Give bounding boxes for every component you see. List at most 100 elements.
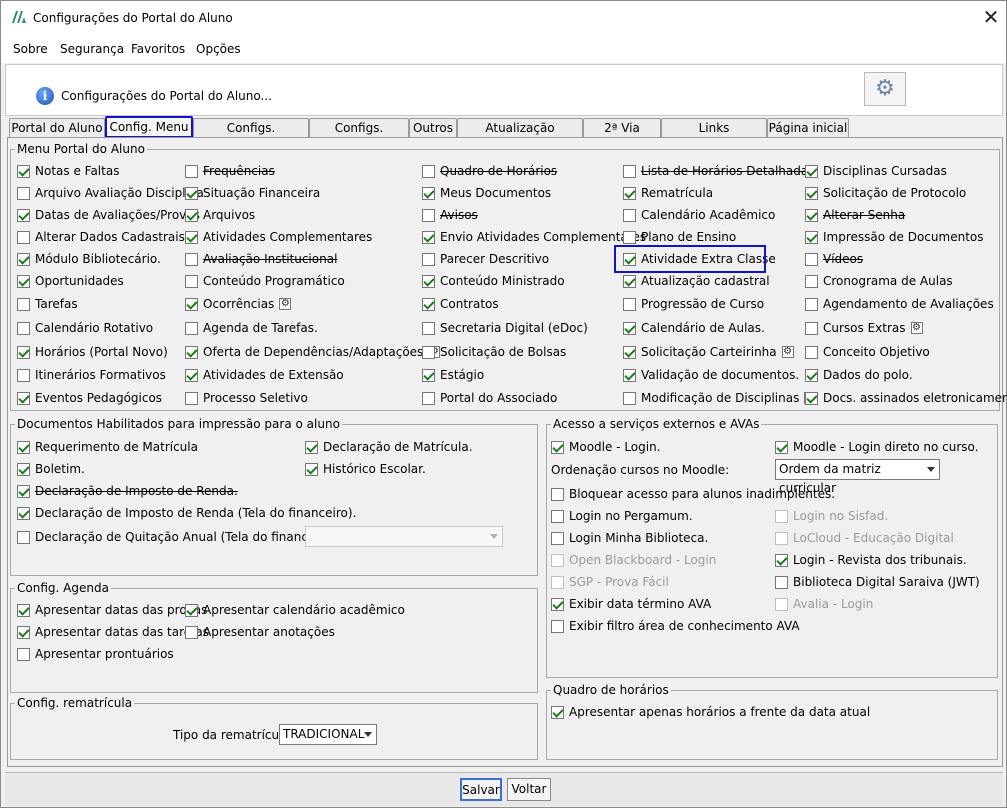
checkbox[interactable]	[623, 297, 636, 311]
cb-menu-col1-9[interactable]: Itinerários Formativos	[17, 367, 166, 383]
checkbox[interactable]	[623, 186, 636, 200]
cb-datas-tarefas[interactable]: Apresentar datas das tarefas	[17, 624, 209, 640]
cb-menu-col1-3[interactable]: Alterar Dados Cadastrais	[17, 229, 185, 245]
checkbox[interactable]	[422, 321, 435, 335]
cb-menu-col2-6[interactable]: Ocorrências ⚙	[185, 296, 292, 312]
checkbox[interactable]	[805, 391, 818, 405]
checkbox[interactable]	[805, 164, 818, 178]
checkbox[interactable]	[805, 321, 818, 335]
tab-outros[interactable]: Outros	[409, 118, 457, 138]
cb-declaracao-quitacao-anual[interactable]: Declaração de Quitação Anual (Tela do fi…	[17, 529, 339, 545]
cb-menu-col5-9[interactable]: Dados do polo.	[805, 367, 913, 383]
cb-menu-col4-1[interactable]: Rematrícula	[623, 185, 713, 201]
cb-menu-col4-6[interactable]: Progressão de Curso	[623, 296, 764, 312]
checkbox[interactable]	[185, 391, 198, 405]
cb-revista-tribunais[interactable]: Login - Revista dos tribunais.	[775, 552, 967, 568]
cb-menu-col4-0[interactable]: Lista de Horários Detalhada	[623, 163, 808, 179]
tipo-rematricula-select[interactable]: TRADICIONAL	[279, 724, 377, 745]
voltar-button[interactable]: Voltar	[507, 778, 551, 801]
cb-menu-col1-10[interactable]: Eventos Pedagógicos	[17, 390, 162, 406]
checkbox[interactable]	[805, 186, 818, 200]
gear-icon[interactable]: ⚙	[279, 298, 292, 310]
checkbox[interactable]	[805, 297, 818, 311]
tab-2via-boleto[interactable]: 2ª Via Boleto	[583, 118, 661, 153]
cb-menu-col2-10[interactable]: Processo Seletivo	[185, 390, 308, 406]
cb-menu-col1-2[interactable]: Datas de Avaliações/Provas	[17, 207, 200, 223]
gear-icon[interactable]: ⚙	[910, 322, 923, 334]
checkbox[interactable]	[422, 186, 435, 200]
checkbox[interactable]	[185, 274, 198, 288]
checkbox[interactable]	[17, 321, 30, 335]
cb-anotacoes[interactable]: Apresentar anotações	[185, 624, 335, 640]
tab-atualizacao-cadastral[interactable]: Atualização Cadastral	[457, 118, 583, 153]
checkbox[interactable]	[185, 321, 198, 335]
checkbox[interactable]	[422, 391, 435, 405]
cb-moodle-login-direto[interactable]: Moodle - Login direto no curso.	[775, 439, 978, 455]
checkbox[interactable]	[805, 208, 818, 222]
checkbox[interactable]	[17, 391, 30, 405]
cb-menu-col4-3[interactable]: Plano de Ensino	[623, 229, 736, 245]
cb-menu-col1-8[interactable]: Horários (Portal Novo)	[17, 344, 168, 360]
checkbox[interactable]	[623, 274, 636, 288]
cb-declaracao-imposto-renda[interactable]: Declaração de Imposto de Renda.	[17, 483, 238, 499]
checkbox[interactable]	[623, 368, 636, 382]
cb-saraiva[interactable]: Biblioteca Digital Saraiva (JWT)	[775, 574, 980, 590]
checkbox[interactable]	[422, 368, 435, 382]
cb-menu-col3-10[interactable]: Portal do Associado	[422, 390, 557, 406]
checkbox[interactable]	[17, 208, 30, 222]
cb-menu-col2-7[interactable]: Agenda de Tarefas.	[185, 320, 318, 336]
checkbox[interactable]	[805, 368, 818, 382]
checkbox[interactable]	[623, 164, 636, 178]
checkbox[interactable]	[17, 345, 30, 359]
checkbox[interactable]	[185, 297, 198, 311]
menu-sobre[interactable]: Sobre	[13, 42, 48, 56]
cb-menu-col5-6[interactable]: Agendamento de Avaliações	[805, 296, 994, 312]
checkbox[interactable]	[185, 252, 198, 266]
cb-menu-col3-7[interactable]: Secretaria Digital (eDoc)	[422, 320, 588, 336]
cb-menu-col4-2[interactable]: Calendário Acadêmico	[623, 207, 775, 223]
tab-config-menu[interactable]: Config. Menu	[105, 116, 193, 138]
cb-menu-col4-5[interactable]: Atualização cadastral	[623, 273, 770, 289]
quitacao-select[interactable]	[305, 526, 503, 547]
cb-menu-col4-7[interactable]: Calendário de Aulas.	[623, 320, 765, 336]
salvar-button[interactable]: Salvar	[460, 778, 502, 801]
checkbox[interactable]	[185, 230, 198, 244]
cb-menu-col2-0[interactable]: Frequências	[185, 163, 275, 179]
checkbox[interactable]	[422, 274, 435, 288]
settings-gear-button[interactable]: ⚙	[864, 72, 906, 106]
cb-menu-col2-5[interactable]: Conteúdo Programático	[185, 273, 345, 289]
cb-menu-col3-1[interactable]: Meus Documentos	[422, 185, 551, 201]
cb-menu-col4-9[interactable]: Validação de documentos.	[623, 367, 799, 383]
checkbox[interactable]	[17, 297, 30, 311]
cb-requerimento-matricula[interactable]: Requerimento de Matrícula	[17, 439, 198, 455]
checkbox[interactable]	[623, 230, 636, 244]
checkbox[interactable]	[17, 252, 30, 266]
close-icon[interactable]: ✕	[979, 5, 1003, 29]
gear-icon[interactable]: ⚙	[781, 346, 794, 358]
cb-datas-provas[interactable]: Apresentar datas das provas	[17, 602, 207, 618]
cb-menu-col5-8[interactable]: Conceito Objetivo	[805, 344, 930, 360]
cb-menu-col3-2[interactable]: Avisos	[422, 207, 478, 223]
cb-menu-col4-10[interactable]: Modificação de Disciplinas⚙	[623, 390, 817, 406]
ordenacao-select[interactable]: Ordem da matriz curricular	[775, 459, 940, 495]
cb-menu-col2-2[interactable]: Arquivos	[185, 207, 255, 223]
cb-menu-col1-1[interactable]: Arquivo Avaliação Disciplina	[17, 185, 204, 201]
cb-menu-col3-4[interactable]: Parecer Descritivo	[422, 251, 549, 267]
cb-menu-col1-5[interactable]: Oportunidades	[17, 273, 124, 289]
cb-menu-col5-2[interactable]: Alterar Senha	[805, 207, 905, 223]
cb-menu-col3-5[interactable]: Conteúdo Ministrado	[422, 273, 565, 289]
menu-opcoes[interactable]: Opções	[196, 42, 241, 56]
cb-menu-col1-0[interactable]: Notas e Faltas	[17, 163, 119, 179]
cb-menu-col2-9[interactable]: Atividades de Extensão	[185, 367, 344, 383]
cb-exibir-data-termino[interactable]: Exibir data término AVA	[551, 596, 711, 612]
cb-menu-col5-7[interactable]: Cursos Extras ⚙	[805, 320, 923, 336]
cb-menu-col3-0[interactable]: Quadro de Horários	[422, 163, 557, 179]
cb-menu-col5-1[interactable]: Solicitação de Protocolo	[805, 185, 966, 201]
tab-links-alternativos[interactable]: Links Alternativos	[661, 118, 767, 153]
checkbox[interactable]	[185, 186, 198, 200]
cb-exibir-filtro[interactable]: Exibir filtro área de conhecimento AVA	[551, 618, 800, 634]
cb-minha-biblioteca[interactable]: Login Minha Biblioteca.	[551, 530, 708, 546]
cb-menu-col5-5[interactable]: Cronograma de Aulas	[805, 273, 953, 289]
cb-bloquear-inadimplentes[interactable]: Bloquear acesso para alunos inadimplente…	[551, 486, 835, 502]
checkbox[interactable]	[185, 164, 198, 178]
